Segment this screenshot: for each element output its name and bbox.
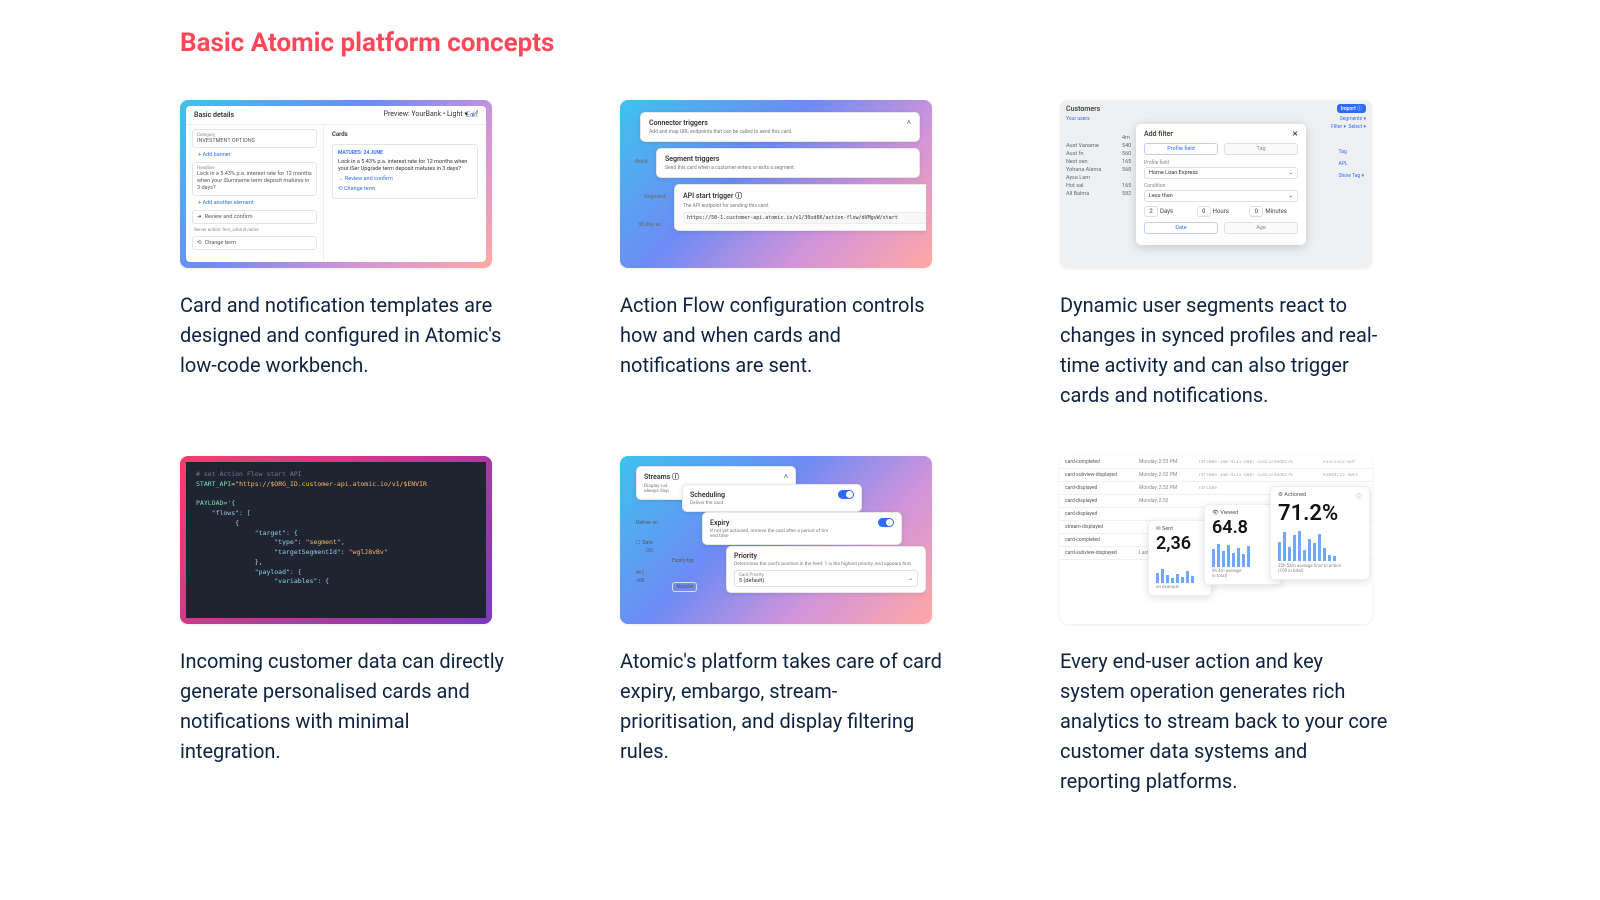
condition-label: Condition <box>1144 183 1298 189</box>
segment-sub: Send this card when a customer enters or… <box>665 165 911 171</box>
sent-value: 2,36 <box>1156 533 1204 554</box>
label-build: -Build <box>634 159 648 165</box>
right-col-tag: Tag <box>1339 146 1364 158</box>
add-filter-modal: Add filter ✕ Profile field Tag Profile fi… <box>1136 124 1306 245</box>
api-sub: The API endpoint for sending this card. <box>683 203 926 209</box>
expiry-title: Expiry <box>710 519 729 527</box>
headline-text: Lock in a 5.43% p.a. interest rate for 1… <box>197 171 312 192</box>
thumb-action-flow: Connector triggers ˄ Add and map URL endp… <box>620 100 932 268</box>
profile-field-select[interactable]: Home Loan Express⌄ <box>1144 167 1298 179</box>
expiry-toggle[interactable] <box>878 518 894 527</box>
add-element-link[interactable]: + Add another element <box>192 200 317 206</box>
thumb-api-payload: # set Action Flow start API START_API="h… <box>180 456 492 624</box>
filter-title: Add filter <box>1144 130 1173 138</box>
viewed-value: 64.8 <box>1212 517 1274 538</box>
segments-link[interactable]: Segments ▾ <box>1340 116 1366 122</box>
preview-pill[interactable]: Preview: YourBank • Light ▾ <box>384 110 468 118</box>
connector-title: Connector triggers <box>649 119 708 127</box>
minutes-input[interactable]: 0 <box>1249 206 1263 217</box>
customers-title: Customers <box>1066 105 1100 113</box>
connector-sub: Add and map URL endpoints that can be ca… <box>649 129 911 135</box>
label-30day: 30 day ac <box>638 222 661 228</box>
card-date: MATURES: 24 JUNE <box>338 150 472 157</box>
scheduling-toggle[interactable] <box>838 490 854 499</box>
caption-segments: Dynamic user segments react to changes i… <box>1060 290 1390 410</box>
viewed-label: 👁 Viewed <box>1212 510 1274 516</box>
category-value: INVESTMENT OPTIONS <box>197 138 312 144</box>
concept-analytics: card-completedMonday, 2:53 PM7dfc60e-1a8… <box>1060 456 1420 796</box>
caption-scheduling: Atomic's platform takes care of card exp… <box>620 646 950 766</box>
caption-action-flow: Action Flow configuration controls how a… <box>620 290 950 380</box>
chevron-up-icon[interactable]: ˄ <box>784 473 788 481</box>
card-body: Lock in a 5.43% p.a. interest rate for 1… <box>338 159 472 173</box>
analytics-event-row: card-completedMonday, 2:53 PM7dfc60e-1a8… <box>1060 456 1372 469</box>
absolute-value[interactable]: Absolut <box>672 582 697 592</box>
hours-input[interactable]: 0 <box>1197 206 1211 217</box>
filters-link[interactable]: Filter ▾ <box>1331 124 1346 130</box>
viewed-sparkline <box>1212 541 1274 567</box>
thumb-scheduling: Streams ⓘ˄ Display cal always disp Sched… <box>620 456 932 624</box>
sent-label: ✉ Sent <box>1156 526 1204 532</box>
btn-date[interactable]: Date <box>1144 222 1218 234</box>
server-action-label: Server action: firm_submit name <box>192 228 317 233</box>
chevron-up-icon[interactable]: ˄ <box>907 119 911 127</box>
tab-tag[interactable]: Tag <box>1224 143 1298 155</box>
actioned-sparkline <box>1278 529 1362 561</box>
scheduling-title: Scheduling <box>690 491 725 499</box>
section-heading: Basic Atomic platform concepts <box>180 28 1420 58</box>
caption-card-templates: Card and notification templates are desi… <box>180 290 510 380</box>
actioned-value: 71.2% <box>1278 501 1362 526</box>
actioned-label: ⚙ Actioned <box>1278 492 1306 500</box>
concept-action-flow: Connector triggers ˄ Add and map URL endp… <box>620 100 980 410</box>
analytics-event-row: card-subview-displayedMonday, 2:52 PM7df… <box>1060 469 1372 482</box>
concept-card-templates: Basic details Edit Preview: YourBank • L… <box>180 100 540 410</box>
customers-row-your-users: Your users <box>1066 116 1090 122</box>
right-col-showtag[interactable]: Show Tag ▾ <box>1339 170 1364 182</box>
expand-icon[interactable]: ⤢ <box>472 109 478 118</box>
right-col-apl[interactable]: APL <box>1339 158 1364 170</box>
caption-api-payload: Incoming customer data can directly gene… <box>180 646 510 766</box>
sent-sparkline <box>1156 557 1204 583</box>
streams-title: Streams ⓘ <box>644 472 679 482</box>
close-icon[interactable]: ✕ <box>1292 130 1298 138</box>
api-title: API start trigger ⓘ <box>683 191 742 201</box>
add-banner-link[interactable]: + Add banner <box>192 152 317 158</box>
cards-label: Cards <box>332 131 478 138</box>
link-change[interactable]: Change term <box>205 240 236 246</box>
label-segment: Segment <box>644 194 666 200</box>
profile-field-label: Profile field <box>1144 160 1298 166</box>
thumb-card-templates: Basic details Edit Preview: YourBank • L… <box>180 100 492 268</box>
select-link[interactable]: Select ▾ <box>1349 124 1367 130</box>
card-priority-select[interactable]: Card Priority5 (default) ⌄ <box>734 570 918 587</box>
api-url[interactable]: https://50-1.customer-api.atomic.io/v1/3… <box>683 212 926 224</box>
card-review-link[interactable]: → Review and confirm <box>338 176 472 183</box>
link-review[interactable]: Review and confirm <box>205 214 253 220</box>
info-icon[interactable]: ⓘ <box>1356 492 1362 501</box>
thumb-segments: Customers Import ⓘ Your users Segments ▾… <box>1060 100 1372 268</box>
concepts-grid: Basic details Edit Preview: YourBank • L… <box>180 100 1420 796</box>
segment-title: Segment triggers <box>665 155 719 163</box>
import-button[interactable]: Import ⓘ <box>1337 104 1366 113</box>
code-block: # set Action Flow start API START_API="h… <box>186 462 486 618</box>
btn-age[interactable]: Age <box>1224 222 1298 234</box>
concept-scheduling: Streams ⓘ˄ Display cal always disp Sched… <box>620 456 980 796</box>
caption-analytics: Every end-user action and key system ope… <box>1060 646 1390 796</box>
days-input[interactable]: 2 <box>1144 206 1158 217</box>
concept-api-payload: # set Action Flow start API START_API="h… <box>180 456 540 796</box>
basic-details-label: Basic details <box>194 111 234 119</box>
thumb-analytics: card-completedMonday, 2:53 PM7dfc60e-1a8… <box>1060 456 1372 624</box>
concept-segments: Customers Import ⓘ Your users Segments ▾… <box>1060 100 1420 410</box>
expiry-type-label: Expiry typ <box>672 558 694 564</box>
card-change-link[interactable]: ⟲ Change term <box>338 186 472 193</box>
deliver-on-label: Deliver on <box>636 520 658 526</box>
condition-select[interactable]: Less than⌄ <box>1144 190 1298 202</box>
tab-profile-field[interactable]: Profile field <box>1144 143 1218 155</box>
priority-title: Priority <box>734 552 757 560</box>
